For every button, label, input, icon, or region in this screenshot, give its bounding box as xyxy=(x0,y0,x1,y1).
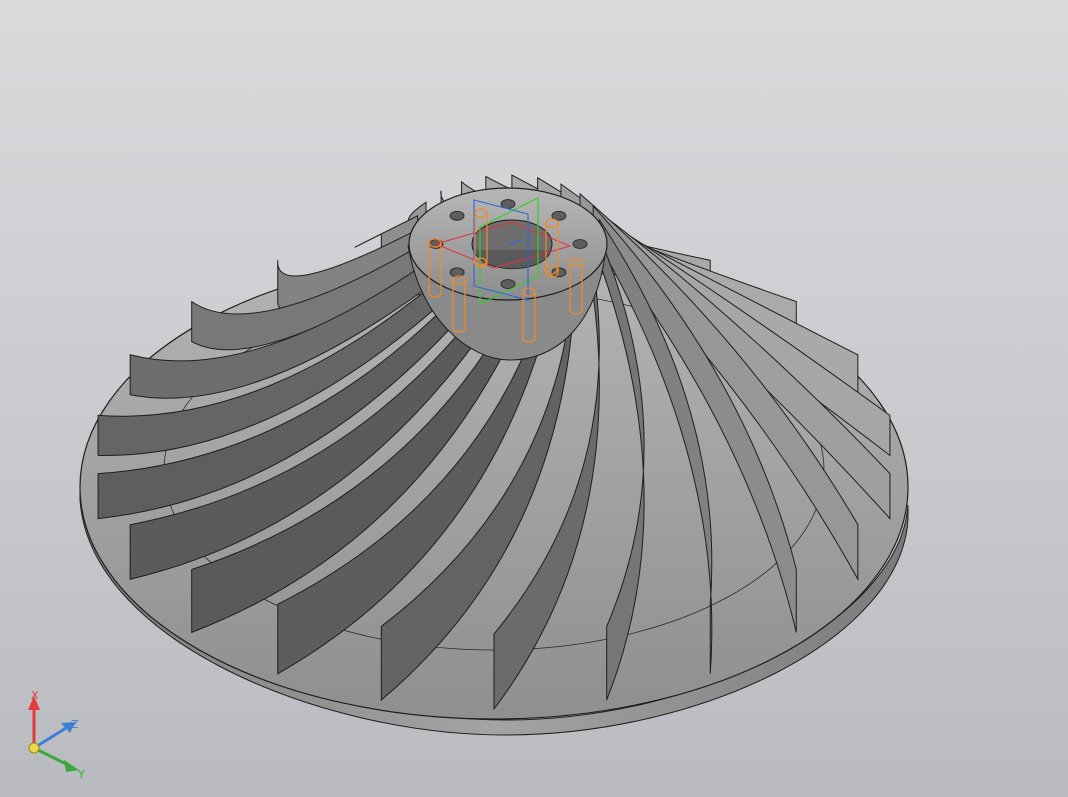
triad-y-arrow xyxy=(64,760,79,772)
impeller-model[interactable] xyxy=(79,174,909,736)
triad-origin xyxy=(28,742,40,754)
bolt-hole xyxy=(572,239,588,249)
3d-viewport[interactable]: X Z Y xyxy=(0,0,1068,797)
triad-z-label: Z xyxy=(71,718,79,731)
bolt-hole xyxy=(500,279,516,289)
triad-y-label: Y xyxy=(77,768,85,781)
triad-z-axis xyxy=(33,726,67,750)
bolt-hole xyxy=(551,267,567,278)
triad-x-label: X xyxy=(31,689,39,702)
view-triad[interactable]: X Z Y xyxy=(28,689,85,781)
bolt-hole xyxy=(449,210,465,221)
bolt-hole xyxy=(449,267,465,278)
